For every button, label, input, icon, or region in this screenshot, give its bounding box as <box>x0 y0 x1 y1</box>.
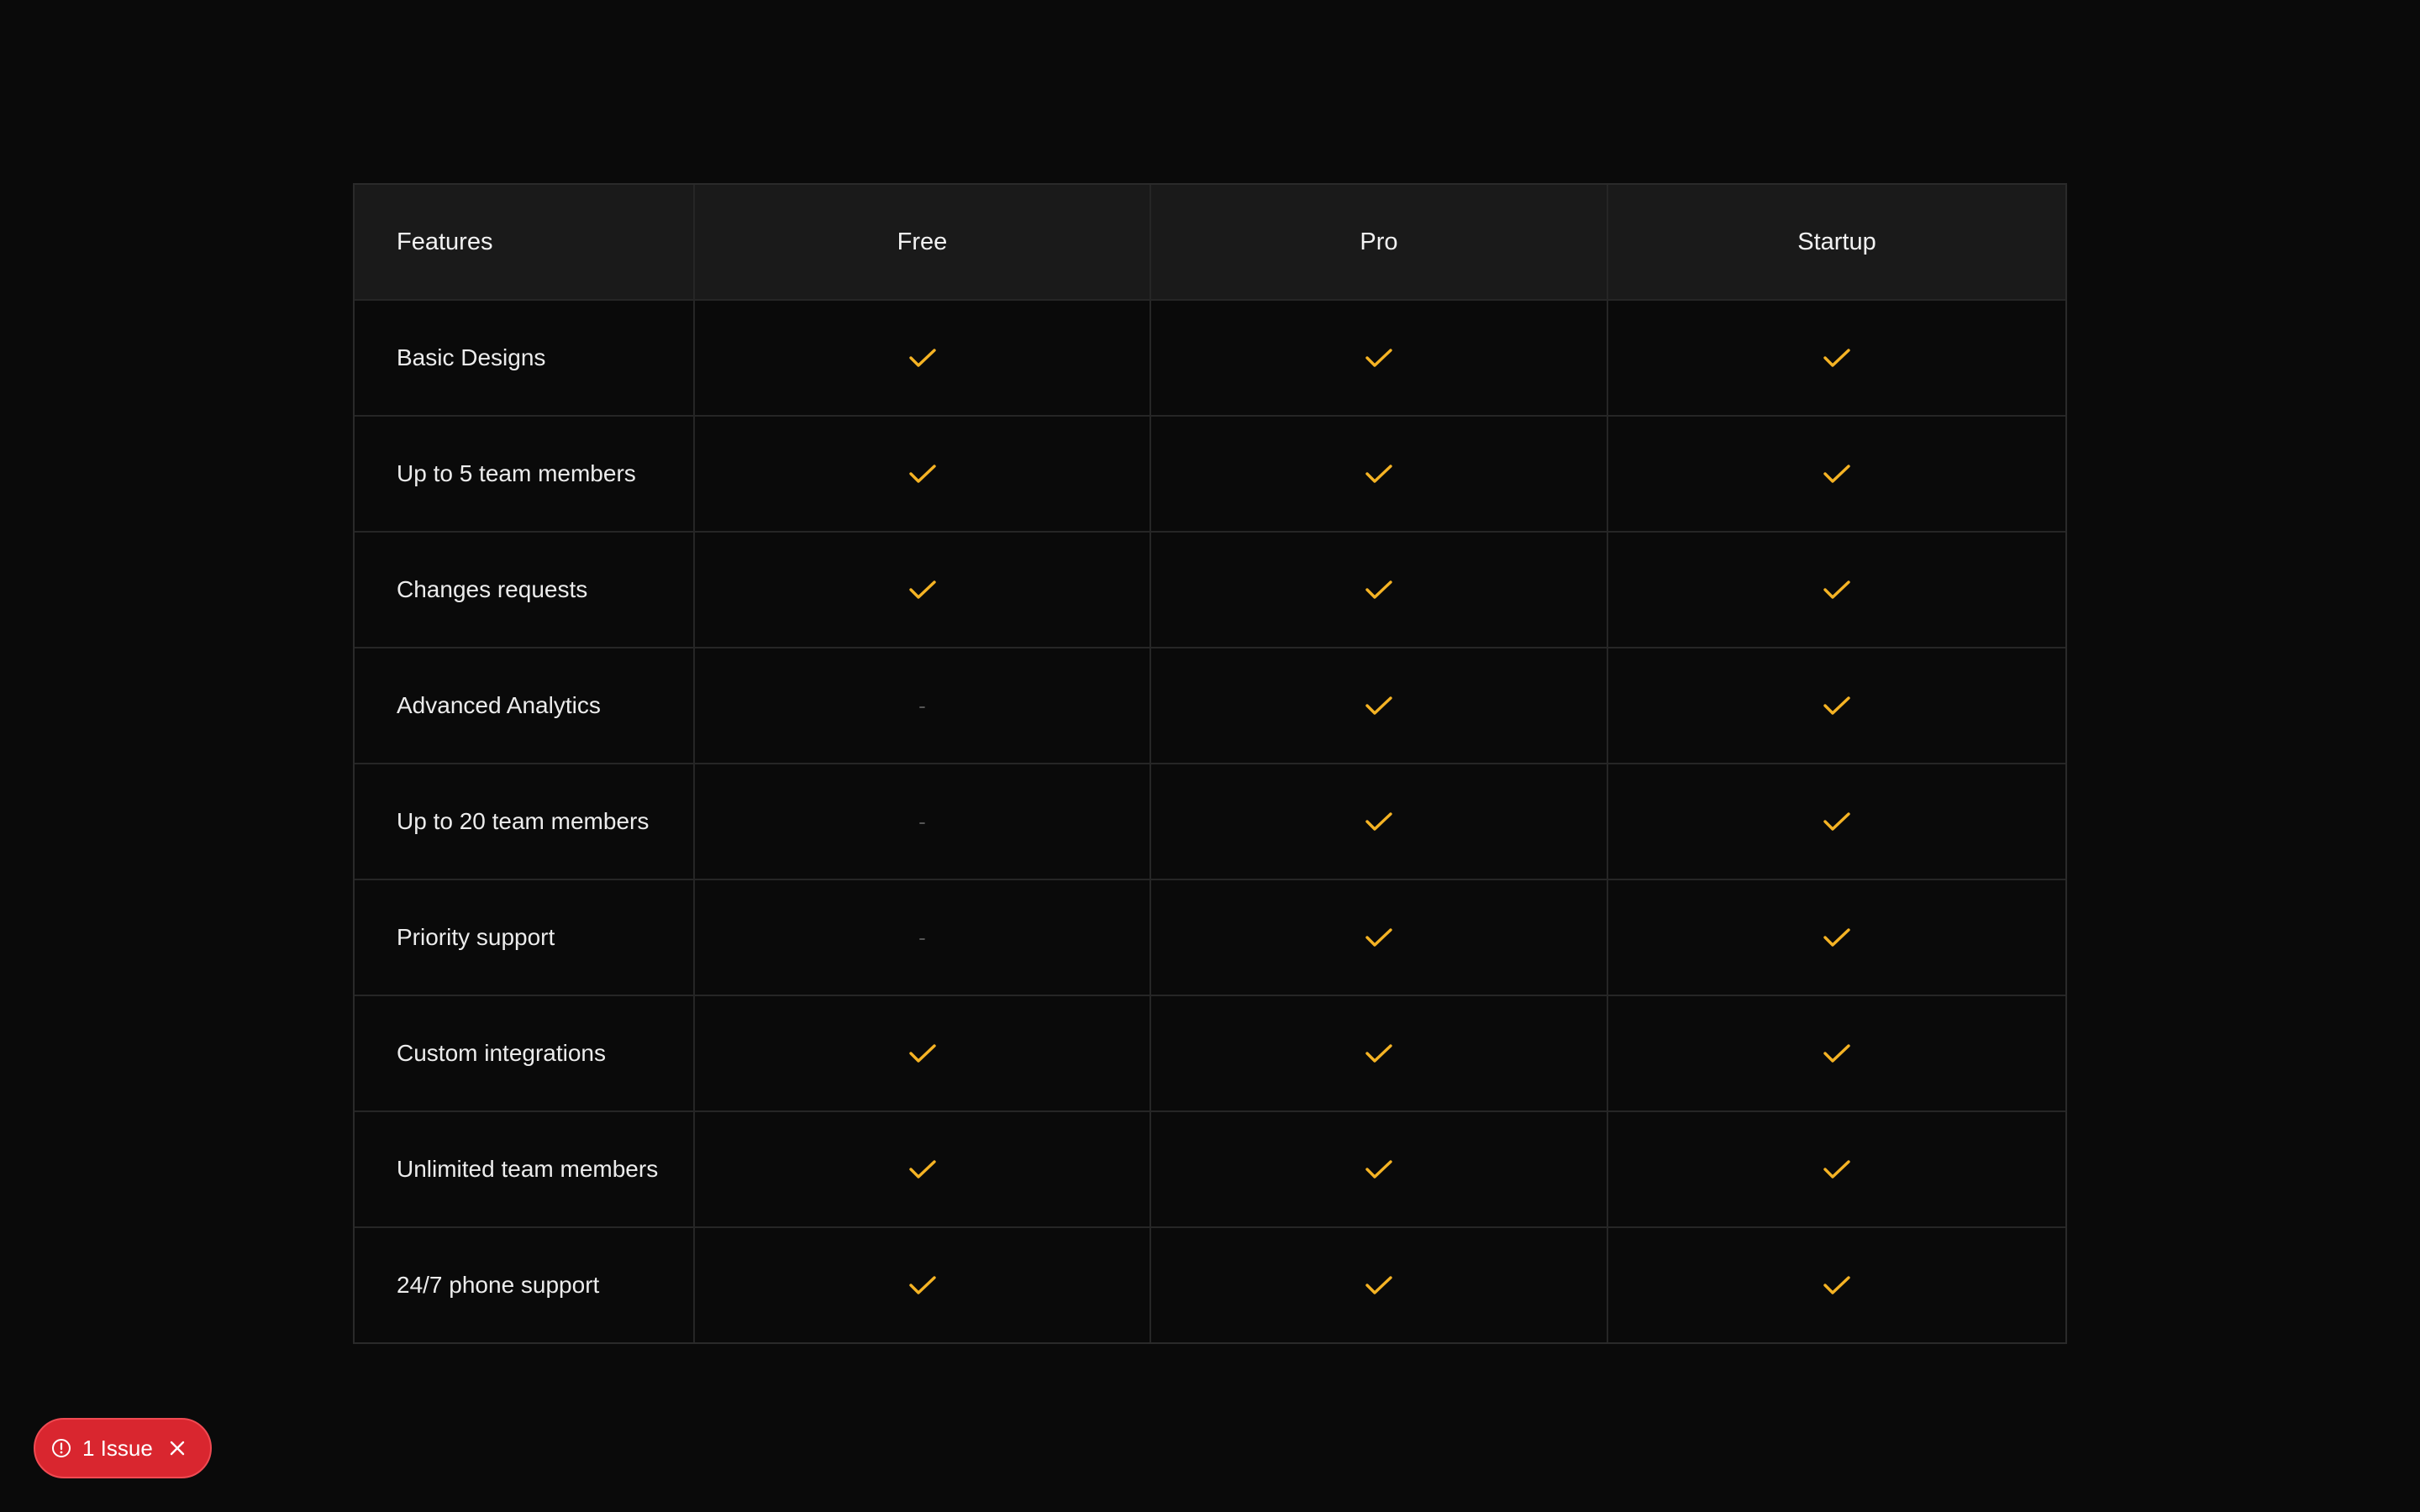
check-icon <box>908 1157 938 1182</box>
feature-label: 24/7 phone support <box>355 1228 695 1342</box>
check-icon <box>1822 925 1852 950</box>
cell-pro <box>1151 996 1608 1110</box>
feature-label: Unlimited team members <box>355 1112 695 1226</box>
cell-pro <box>1151 1228 1608 1342</box>
column-header-pro: Pro <box>1151 185 1608 299</box>
cell-free <box>695 301 1151 415</box>
not-included-dash: - <box>918 692 926 718</box>
issues-badge-label: 1 Issue <box>82 1435 153 1461</box>
check-icon <box>908 461 938 486</box>
feature-comparison-table: Features Free Pro Startup Basic Designs U… <box>353 183 2067 1344</box>
feature-label: Changes requests <box>355 533 695 647</box>
cell-pro <box>1151 764 1608 879</box>
cell-pro <box>1151 301 1608 415</box>
table-row: Changes requests <box>355 533 2065 648</box>
check-icon <box>1822 1273 1852 1298</box>
check-icon <box>1822 1157 1852 1182</box>
cell-startup <box>1608 996 2065 1110</box>
check-icon <box>1364 1157 1394 1182</box>
not-included-dash: - <box>918 924 926 950</box>
table-row: 24/7 phone support <box>355 1228 2065 1342</box>
alert-circle-icon <box>50 1437 72 1459</box>
cell-free <box>695 533 1151 647</box>
cell-startup <box>1608 1112 2065 1226</box>
table-row: Up to 20 team members - <box>355 764 2065 880</box>
table-body: Basic Designs Up to 5 team members Changes… <box>355 301 2065 1342</box>
cell-pro <box>1151 880 1608 995</box>
close-icon[interactable] <box>168 1439 187 1457</box>
cell-startup <box>1608 880 2065 995</box>
feature-label: Advanced Analytics <box>355 648 695 763</box>
check-icon <box>1364 1273 1394 1298</box>
cell-free <box>695 996 1151 1110</box>
check-icon <box>1364 693 1394 718</box>
cell-startup <box>1608 533 2065 647</box>
check-icon <box>1364 577 1394 602</box>
check-icon <box>1364 809 1394 834</box>
cell-startup <box>1608 648 2065 763</box>
feature-label: Up to 20 team members <box>355 764 695 879</box>
issues-badge[interactable]: 1 Issue <box>34 1418 212 1478</box>
check-icon <box>1822 1041 1852 1066</box>
check-icon <box>1364 461 1394 486</box>
check-icon <box>1364 1041 1394 1066</box>
check-icon <box>908 345 938 370</box>
cell-free: - <box>695 764 1151 879</box>
cell-free: - <box>695 880 1151 995</box>
check-icon <box>1822 693 1852 718</box>
check-icon <box>1364 925 1394 950</box>
cell-startup <box>1608 1228 2065 1342</box>
cell-startup <box>1608 417 2065 531</box>
check-icon <box>908 1273 938 1298</box>
check-icon <box>1822 809 1852 834</box>
table-row: Unlimited team members <box>355 1112 2065 1228</box>
table-row: Basic Designs <box>355 301 2065 417</box>
cell-pro <box>1151 648 1608 763</box>
cell-free <box>695 417 1151 531</box>
cell-startup <box>1608 764 2065 879</box>
table-row: Priority support - <box>355 880 2065 996</box>
check-icon <box>1822 345 1852 370</box>
check-icon <box>908 577 938 602</box>
column-header-startup: Startup <box>1797 228 1876 255</box>
check-icon <box>1822 461 1852 486</box>
column-header-free: Free <box>695 185 1151 299</box>
table-row: Custom integrations <box>355 996 2065 1112</box>
feature-label: Priority support <box>355 880 695 995</box>
cell-pro <box>1151 1112 1608 1226</box>
cell-free: - <box>695 648 1151 763</box>
cell-startup <box>1608 301 2065 415</box>
check-icon <box>908 1041 938 1066</box>
cell-pro <box>1151 533 1608 647</box>
cell-free <box>695 1228 1151 1342</box>
check-icon <box>1364 345 1394 370</box>
table-row: Up to 5 team members <box>355 417 2065 533</box>
not-included-dash: - <box>918 808 926 834</box>
feature-label: Custom integrations <box>355 996 695 1110</box>
cell-pro <box>1151 417 1608 531</box>
table-header-row: Features Free Pro Startup <box>355 185 2065 301</box>
cell-free <box>695 1112 1151 1226</box>
feature-label: Up to 5 team members <box>355 417 695 531</box>
feature-label: Basic Designs <box>355 301 695 415</box>
column-header-features: Features <box>355 185 695 299</box>
check-icon <box>1822 577 1852 602</box>
table-row: Advanced Analytics - <box>355 648 2065 764</box>
